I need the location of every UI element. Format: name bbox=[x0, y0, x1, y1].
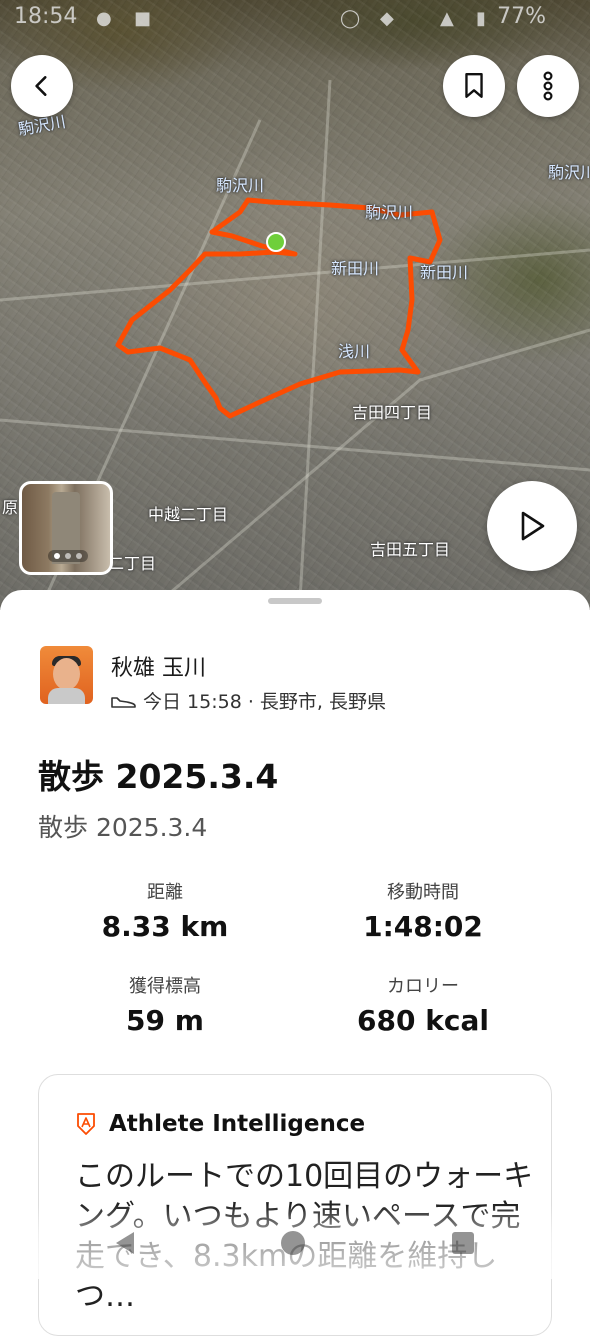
play-icon bbox=[521, 511, 545, 541]
route-map[interactable]: 駒沢川 駒沢川 駒沢川 駒沢川 新田川 新田川 浅川 吉田四丁目 中越二丁目 吉… bbox=[0, 0, 590, 610]
back-button[interactable] bbox=[11, 55, 73, 117]
stat-value: 1:48:02 bbox=[363, 910, 483, 943]
insight-header: Athlete Intelligence bbox=[75, 1111, 365, 1137]
shoe-icon bbox=[111, 696, 136, 708]
stat-label: 移動時間 bbox=[387, 882, 459, 903]
facebook-icon: ● bbox=[96, 8, 112, 29]
activity-title: 散歩 2025.3.4 bbox=[38, 757, 279, 796]
stat-label: 距離 bbox=[147, 882, 183, 903]
stat-value: 8.33 km bbox=[101, 910, 229, 943]
sheet-drag-handle[interactable] bbox=[268, 598, 322, 604]
system-nav-bar bbox=[0, 1205, 590, 1279]
bookmark-button[interactable] bbox=[443, 55, 505, 117]
stat-calories: カロリー 680 kcal bbox=[313, 972, 533, 1037]
signal-icon: ▲ bbox=[440, 8, 454, 29]
stat-label: 獲得標高 bbox=[129, 976, 201, 997]
activity-description: 散歩 2025.3.4 bbox=[38, 813, 208, 842]
map-label: 吉田四丁目 bbox=[352, 403, 433, 422]
bookmark-icon bbox=[465, 72, 483, 98]
map-label: 駒沢川 bbox=[548, 163, 590, 182]
map-label: 二丁目 bbox=[108, 554, 157, 573]
map-label: 新田川 bbox=[331, 259, 380, 278]
activity-detail-sheet[interactable]: 秋雄 玉川 今日 15:58 · 長野市, 長野県 散歩 2025.3.4 散歩… bbox=[0, 590, 590, 1336]
map-label: 駒沢川 bbox=[216, 176, 265, 195]
map-label: 吉田五丁目 bbox=[370, 540, 451, 559]
photo-thumbnail[interactable] bbox=[19, 481, 113, 575]
stat-moving-time: 移動時間 1:48:02 bbox=[313, 878, 533, 943]
map-label: 浅川 bbox=[338, 342, 371, 361]
stat-value: 59 m bbox=[126, 1004, 204, 1037]
photo-pagination bbox=[48, 550, 88, 562]
route-track bbox=[115, 197, 443, 419]
stat-value: 680 kcal bbox=[357, 1004, 489, 1037]
battery-percent: 77% bbox=[497, 4, 546, 29]
stat-elevation-gain: 獲得標高 59 m bbox=[55, 972, 275, 1037]
alarm-icon: ◯ bbox=[340, 8, 361, 29]
home-nav-icon[interactable] bbox=[280, 1230, 306, 1256]
notification-icon: ■ bbox=[134, 8, 152, 29]
athlete-intelligence-icon bbox=[77, 1113, 95, 1135]
status-time: 18:54 bbox=[14, 4, 78, 29]
avatar[interactable] bbox=[40, 646, 93, 704]
map-label: 中越二丁目 bbox=[148, 505, 229, 524]
athlete-name[interactable]: 秋雄 玉川 bbox=[111, 650, 206, 682]
activity-meta: 今日 15:58 · 長野市, 長野県 bbox=[111, 687, 386, 714]
chevron-left-icon bbox=[35, 76, 47, 96]
insight-title: Athlete Intelligence bbox=[109, 1111, 366, 1137]
route-start-marker bbox=[266, 232, 286, 252]
back-nav-icon[interactable] bbox=[112, 1230, 138, 1256]
activity-meta-text: 今日 15:58 · 長野市, 長野県 bbox=[143, 691, 386, 713]
status-bar: 18:54 ● ■ ◯ ◆ ▲ ▮ 77% bbox=[0, 0, 590, 36]
more-options-button[interactable] bbox=[517, 55, 579, 117]
more-vertical-icon bbox=[543, 71, 553, 101]
map-label: 原 bbox=[2, 498, 19, 517]
stat-label: カロリー bbox=[387, 976, 459, 997]
recents-nav-icon[interactable] bbox=[450, 1230, 476, 1256]
wifi-icon: ◆ bbox=[380, 8, 394, 29]
stat-distance: 距離 8.33 km bbox=[55, 878, 275, 943]
play-flyover-button[interactable] bbox=[487, 481, 577, 571]
battery-icon: ▮ bbox=[476, 8, 486, 29]
map-label: 新田川 bbox=[420, 263, 469, 282]
map-label: 駒沢川 bbox=[365, 203, 414, 222]
